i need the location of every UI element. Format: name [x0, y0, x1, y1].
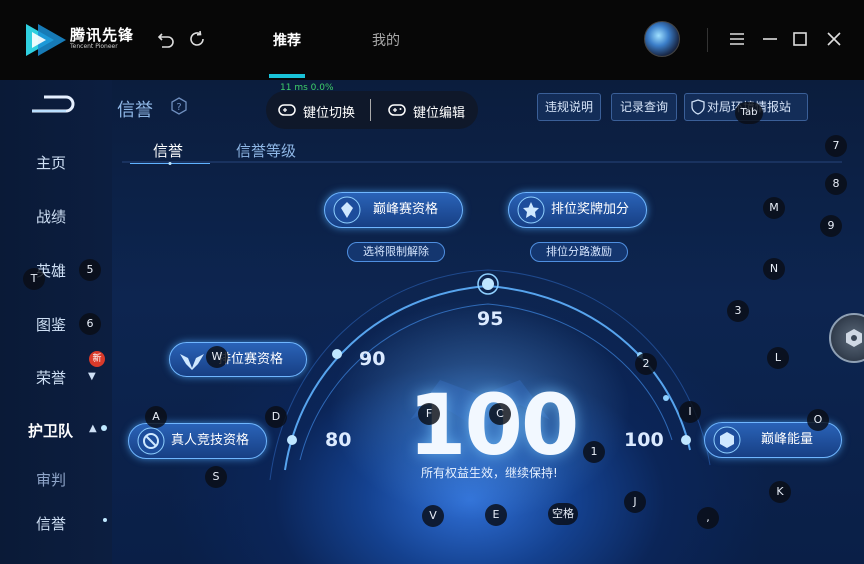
key-a: A	[145, 406, 167, 428]
back-icon[interactable]	[30, 94, 76, 116]
key-v: V	[422, 505, 444, 527]
help-icon[interactable]: ?	[170, 97, 188, 115]
key-tab: Tab	[735, 102, 763, 124]
network-status: 11 ms 0.0%	[280, 83, 334, 93]
tab-mine[interactable]: 我的	[372, 30, 400, 50]
divider	[707, 28, 708, 52]
key-space: 空格	[548, 503, 578, 525]
peak-diamond-icon	[333, 196, 361, 224]
close-icon[interactable]	[825, 30, 843, 48]
score-mark-100: 100	[624, 429, 664, 451]
rank-medal-bonus[interactable]: 排位奖牌加分	[508, 192, 647, 228]
violation-info-button[interactable]: 违规说明	[537, 93, 601, 121]
key-7: 7	[825, 135, 847, 157]
maximize-icon[interactable]	[791, 30, 809, 48]
hero-pick-unlock-badge: 选将限制解除	[347, 242, 445, 262]
key-w: W	[206, 346, 228, 368]
sidebar-item-honor[interactable]: 荣誉	[36, 367, 66, 388]
medal-icon	[517, 196, 545, 224]
tencent-pioneer-logo-icon	[26, 24, 66, 56]
active-tab-indicator	[269, 74, 305, 78]
key-3: 3	[727, 300, 749, 322]
shield-icon	[691, 99, 705, 115]
brand-name: 腾讯先锋	[70, 26, 135, 44]
real-person-qualification[interactable]: 真人竞技资格	[128, 423, 267, 459]
peak-match-qualification[interactable]: 巅峰赛资格	[324, 192, 463, 228]
key-n: N	[763, 258, 785, 280]
tab-indicator	[130, 162, 210, 165]
energy-hexagon-icon	[713, 426, 741, 454]
key-m: M	[763, 197, 785, 219]
title-bar: 腾讯先锋 Tencent Pioneer 推荐 我的	[0, 0, 864, 80]
sidebar-item-record[interactable]: 战绩	[36, 206, 66, 227]
tab-credit[interactable]: 信誉	[153, 140, 183, 161]
gamepad-edit-icon	[388, 104, 406, 116]
divider	[370, 99, 371, 121]
key-9: 9	[820, 215, 842, 237]
new-badge: 新	[89, 351, 105, 367]
key-s: S	[205, 466, 227, 488]
score-arc	[122, 161, 842, 520]
peak-match-label: 巅峰赛资格	[373, 202, 439, 217]
credit-score: 100	[408, 376, 579, 474]
peak-energy-label: 巅峰能量	[761, 432, 814, 447]
back-arrow-icon[interactable]	[156, 29, 176, 49]
key-t: T	[23, 268, 45, 290]
key-5: 5	[79, 259, 101, 281]
page-title: 信誉	[117, 100, 153, 121]
sidebar-item-credit[interactable]: 信誉	[36, 513, 66, 534]
svg-text:?: ?	[176, 102, 181, 113]
minimize-icon[interactable]	[761, 30, 779, 48]
key-8: 8	[825, 173, 847, 195]
chevron-down-icon[interactable]: ▼	[88, 371, 96, 382]
key-1: 1	[583, 441, 605, 463]
key-d: D	[265, 406, 287, 428]
gamepad-switch-icon	[278, 104, 296, 116]
score-description: 所有权益生效，继续保持!	[421, 466, 558, 480]
brand: 腾讯先锋 Tencent Pioneer	[70, 28, 134, 51]
key-e: E	[485, 504, 507, 526]
key-6: 6	[79, 313, 101, 335]
key-f: F	[418, 403, 440, 425]
hexagon-icon	[846, 329, 862, 347]
score-mark-95: 95	[477, 308, 504, 330]
key-mapping-bar: 11 ms 0.0% 键位切换 键位编辑	[266, 83, 478, 129]
rank-lane-incentive-badge: 排位分路激励	[530, 242, 628, 262]
ranked-wings-icon	[180, 354, 204, 370]
tab-credit-level[interactable]: 信誉等级	[236, 140, 296, 161]
key-edit-button[interactable]: 键位编辑	[413, 102, 465, 121]
avatar[interactable]	[644, 21, 680, 57]
score-mark-90: 90	[359, 348, 386, 370]
active-dot-icon	[101, 425, 107, 431]
record-query-button[interactable]: 记录查询	[611, 93, 677, 121]
refresh-icon[interactable]	[187, 29, 207, 49]
real-person-label: 真人竞技资格	[171, 433, 250, 448]
sidebar-item-judge[interactable]: 审判	[36, 469, 66, 490]
sidebar-item-home[interactable]: 主页	[36, 152, 66, 173]
score-mark-80: 80	[325, 429, 352, 451]
brand-subtitle: Tencent Pioneer	[70, 43, 118, 50]
no-bot-icon	[137, 427, 165, 455]
key-o: O	[807, 409, 829, 431]
ranked-match-qualification[interactable]: 排位赛资格	[169, 342, 307, 377]
key-switch-button[interactable]: 键位切换	[303, 102, 355, 121]
key-l: L	[767, 347, 789, 369]
game-view: 主页 战绩 英雄 图鉴 荣誉 ▼ 新 护卫队 ▲ 审判 信誉 信誉 ? 11 m…	[0, 80, 864, 564]
selected-dot-icon	[103, 518, 107, 522]
key-2: 2	[635, 353, 657, 375]
key-comma: ,	[697, 507, 719, 529]
menu-icon[interactable]	[728, 30, 746, 48]
sidebar-item-guard-team[interactable]: 护卫队	[28, 420, 73, 441]
key-j: J	[624, 491, 646, 513]
tab-recommended[interactable]: 推荐	[273, 30, 301, 50]
key-i: I	[679, 401, 701, 423]
chevron-up-icon[interactable]: ▲	[89, 423, 97, 434]
ranked-match-label: 排位赛资格	[218, 352, 284, 367]
sidebar-item-atlas[interactable]: 图鉴	[36, 314, 66, 335]
rank-medal-label: 排位奖牌加分	[551, 202, 630, 217]
key-k: K	[769, 481, 791, 503]
key-c: C	[489, 403, 511, 425]
